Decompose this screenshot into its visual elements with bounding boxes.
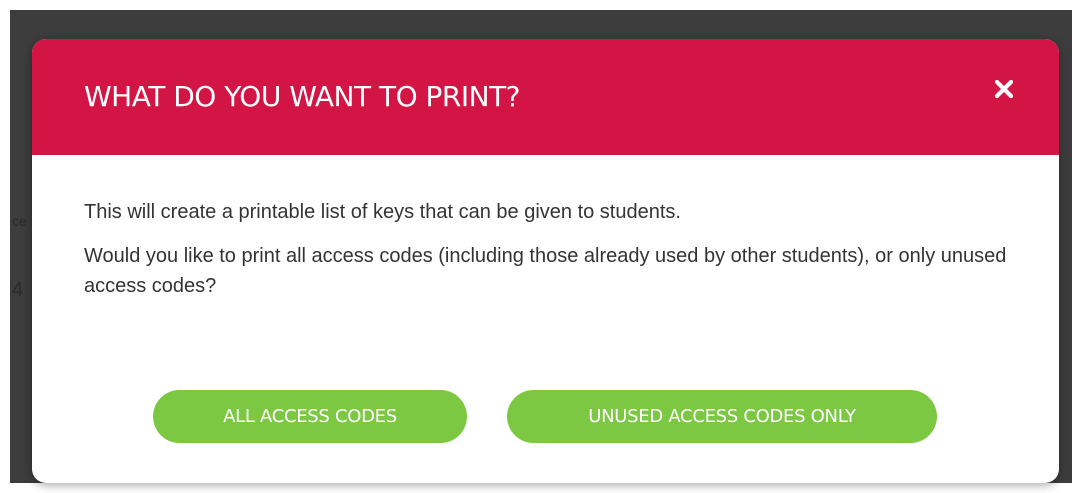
unused-access-codes-button[interactable]: UNUSED ACCESS CODES ONLY — [507, 390, 937, 443]
dialog-actions: ALL ACCESS CODES UNUSED ACCESS CODES ONL… — [32, 390, 1059, 443]
close-button[interactable] — [990, 75, 1018, 103]
dialog-body: This will create a printable list of key… — [84, 197, 1014, 315]
dialog-header: WHAT DO YOU WANT TO PRINT? — [32, 39, 1059, 155]
background-text-fragment: 4 — [12, 279, 24, 301]
all-access-codes-button[interactable]: ALL ACCESS CODES — [153, 390, 467, 443]
dialog-question: Would you like to print all access codes… — [84, 245, 1007, 297]
close-icon — [994, 79, 1014, 99]
print-dialog: WHAT DO YOU WANT TO PRINT? This will cre… — [32, 39, 1059, 483]
background-text-fragment: ce — [12, 213, 27, 229]
dialog-description: This will create a printable list of key… — [84, 201, 681, 223]
dialog-title: WHAT DO YOU WANT TO PRINT? — [84, 80, 521, 113]
